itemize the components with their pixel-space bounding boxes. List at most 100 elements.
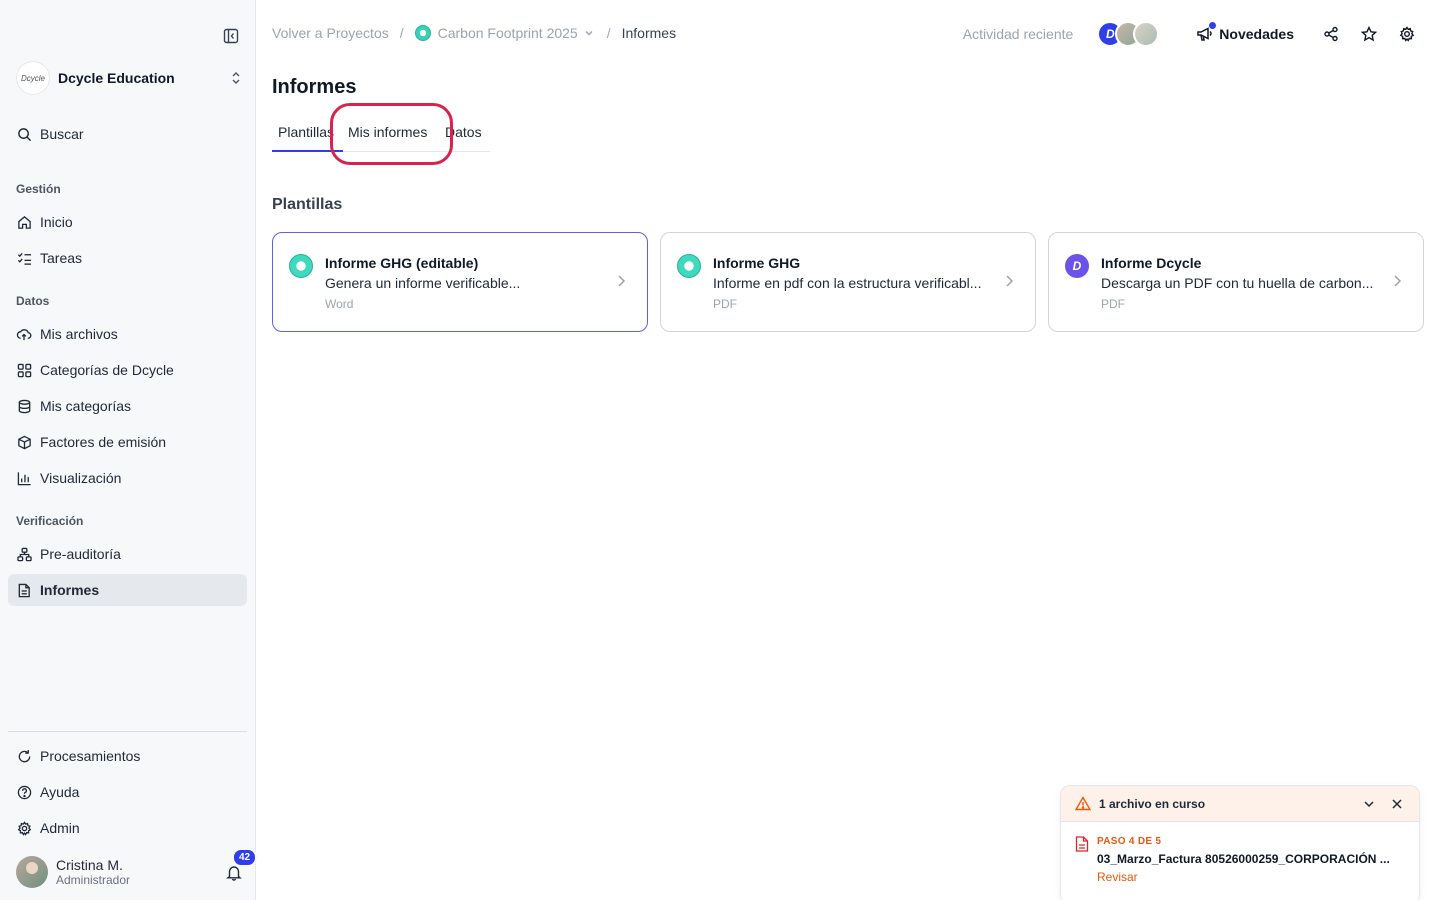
user-profile[interactable]: Cristina M. Administrador 42 [16, 848, 258, 890]
share-icon [1324, 26, 1338, 42]
section-title: Plantillas [272, 196, 343, 213]
template-card-dcycle[interactable]: D Informe Dcycle Descarga un PDF con tu … [1048, 232, 1424, 332]
gear-icon [16, 820, 32, 836]
template-card-ghg-editable[interactable]: Informe GHG (editable) Genera un informe… [272, 232, 648, 332]
sidebar-item-label: Mis categorías [40, 398, 132, 414]
sidebar-item-admin[interactable]: Admin [8, 812, 247, 844]
novedades-button[interactable]: Novedades [1195, 22, 1294, 43]
card-title: Informe Dcycle [1101, 255, 1202, 271]
sidebar-item-preauditoria[interactable]: Pre-auditoría [8, 538, 247, 570]
pdf-file-icon [1075, 836, 1089, 852]
database-icon [16, 398, 32, 414]
topbar-actions: Actividad reciente D Novedades [963, 20, 1416, 48]
notification-count-badge: 42 [232, 848, 258, 867]
sidebar-item-label: Tareas [40, 250, 83, 266]
sidebar-item-label: Ayuda [40, 784, 80, 800]
close-panel-button[interactable] [1389, 796, 1405, 812]
favorite-button[interactable] [1360, 25, 1378, 43]
grid-icon [16, 362, 32, 378]
template-icon [677, 254, 701, 278]
section-label-datos: Datos [16, 294, 50, 308]
sidebar-item-procesamientos[interactable]: Procesamientos [8, 740, 247, 772]
sidebar-item-label: Inicio [40, 214, 73, 230]
card-type: PDF [1101, 297, 1125, 311]
megaphone-icon [1195, 22, 1217, 43]
sidebar-item-factores[interactable]: Factores de emisión [8, 426, 247, 458]
cloud-upload-icon [16, 326, 32, 342]
project-icon [414, 25, 431, 41]
section-label-gestion: Gestión [16, 182, 61, 196]
collapse-panel-button[interactable] [1361, 796, 1377, 812]
sidebar-item-tareas[interactable]: Tareas [8, 242, 247, 274]
template-card-ghg[interactable]: Informe GHG Informe en pdf con la estruc… [660, 232, 1036, 332]
user-name: Cristina M. [56, 857, 123, 873]
card-type: PDF [713, 297, 737, 311]
sidebar-item-ayuda[interactable]: Ayuda [8, 776, 247, 808]
help-icon [16, 784, 32, 800]
recent-activity-link[interactable]: Actividad reciente [963, 26, 1074, 42]
sidebar-item-informes[interactable]: Informes [8, 574, 247, 606]
upload-item: PASO 4 DE 5 03_Marzo_Factura 80526000259… [1061, 822, 1419, 900]
upload-progress-panel: 1 archivo en curso PASO 4 DE 5 03_Marzo_… [1060, 785, 1420, 900]
sidebar-item-mis-archivos[interactable]: Mis archivos [8, 318, 247, 350]
sidebar: Dcycle Dcycle Education Buscar Gestión I… [0, 0, 258, 900]
section-label-verificacion: Verificación [16, 514, 84, 528]
review-link[interactable]: Revisar [1097, 870, 1138, 884]
sidebar-item-search[interactable]: Buscar [8, 118, 247, 150]
org-logo: Dcycle [16, 61, 50, 95]
template-icon [289, 254, 313, 278]
card-description: Descarga un PDF con tu huella de carbon.… [1101, 275, 1374, 291]
sidebar-item-visualizacion[interactable]: Visualización [8, 462, 247, 494]
cube-icon [16, 434, 32, 450]
share-button[interactable] [1322, 25, 1340, 43]
card-type: Word [325, 297, 354, 311]
refresh-icon [16, 748, 32, 764]
collapse-sidebar-button[interactable] [222, 27, 240, 45]
sidebar-item-label: Categorías de Dcycle [40, 362, 174, 378]
chevron-right-icon [613, 273, 629, 289]
sidebar-item-label: Factores de emisión [40, 434, 167, 450]
chevron-down-icon [584, 27, 596, 39]
org-switcher[interactable]: Dcycle Dcycle Education [16, 60, 244, 96]
sidebar-item-mis-categorias[interactable]: Mis categorías [8, 390, 247, 422]
breadcrumb-separator: / [399, 25, 404, 41]
gear-icon [1399, 26, 1415, 42]
sidebar-divider [8, 731, 247, 732]
breadcrumb-separator: / [606, 25, 611, 41]
notifications-button[interactable]: 42 [224, 848, 258, 882]
settings-button[interactable] [1398, 25, 1416, 43]
search-icon [16, 126, 32, 142]
breadcrumb-project-dropdown[interactable]: Carbon Footprint 2025 [414, 25, 596, 41]
breadcrumb: Volver a Proyectos / Carbon Footprint 20… [272, 25, 676, 41]
network-icon [16, 546, 32, 562]
card-description: Informe en pdf con la estructura verific… [713, 275, 982, 291]
tab-plantillas[interactable]: Plantillas [278, 124, 334, 140]
star-icon [1361, 26, 1377, 42]
sidebar-item-inicio[interactable]: Inicio [8, 206, 247, 238]
warning-icon [1075, 796, 1091, 812]
topbar: Volver a Proyectos / Carbon Footprint 20… [256, 0, 1440, 68]
checklist-icon [16, 250, 32, 266]
sidebar-item-label: Buscar [40, 126, 84, 142]
breadcrumb-back-link[interactable]: Volver a Proyectos [272, 25, 389, 41]
avatar [16, 856, 48, 888]
breadcrumb-current: Informes [621, 25, 677, 41]
sidebar-item-categorias-dcycle[interactable]: Categorías de Dcycle [8, 354, 247, 386]
dcycle-icon: D [1065, 254, 1089, 278]
document-icon [16, 582, 32, 598]
upload-file-name: 03_Marzo_Factura 80526000259_CORPORACIÓN… [1097, 852, 1390, 866]
card-description: Genera un informe verificable... [325, 275, 521, 291]
tab-datos[interactable]: Datos [445, 124, 482, 140]
close-icon [1392, 798, 1402, 809]
chevron-right-icon [1001, 273, 1017, 289]
home-icon [16, 214, 32, 230]
tab-bar: Plantillas Mis informes Datos [272, 118, 490, 152]
collaborator-avatars[interactable]: D [1097, 21, 1160, 47]
upload-panel-header: 1 archivo en curso [1061, 786, 1419, 822]
upload-step: PASO 4 DE 5 [1097, 836, 1162, 847]
tab-mis-informes[interactable]: Mis informes [348, 124, 427, 140]
sidebar-item-label: Pre-auditoría [40, 546, 121, 562]
chevron-right-icon [1389, 273, 1405, 289]
sidebar-collapse-icon [223, 28, 239, 44]
breadcrumb-project-label: Carbon Footprint 2025 [437, 25, 578, 41]
